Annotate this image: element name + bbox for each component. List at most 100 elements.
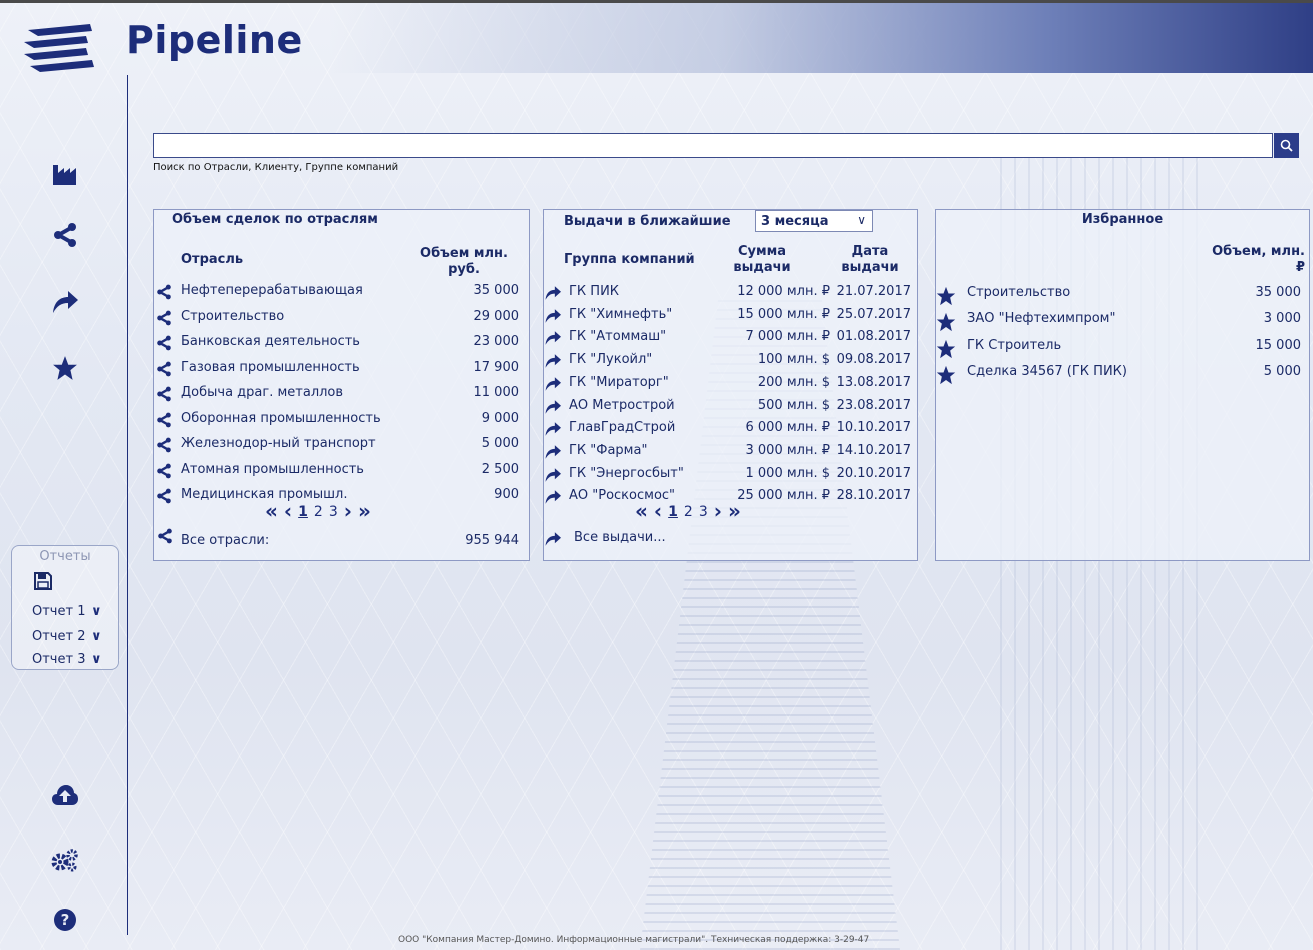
list-item[interactable]: Газовая промышленность 17 900 xyxy=(154,359,529,379)
page-link[interactable]: 3 xyxy=(699,504,708,520)
issuance-amount: 7 000 млн. ₽ xyxy=(745,329,831,345)
factory-icon[interactable] xyxy=(50,158,80,188)
issuance-amount: 12 000 млн. ₽ xyxy=(737,284,830,299)
list-item[interactable]: ГК "Мираторг" 200 млн. $ 13.08.2017 xyxy=(544,374,917,394)
list-item[interactable]: Оборонная промышленность 9 000 xyxy=(154,410,529,430)
issuance-date: 10.10.2017 xyxy=(836,420,911,436)
list-item[interactable]: ГК "Фарма" 3 000 млн. ₽ 14.10.2017 xyxy=(544,442,917,462)
list-item[interactable]: Банковская деятельность 23 000 xyxy=(154,333,529,353)
list-item[interactable]: Атомная промышленность 2 500 xyxy=(154,461,529,481)
list-item[interactable]: ГК "Лукойл" 100 млн. $ 09.08.2017 xyxy=(544,351,917,371)
page-link[interactable]: 1 xyxy=(668,504,678,520)
industry-name: Строительство xyxy=(181,308,285,324)
industry-name: Железнодор-ный транспорт xyxy=(181,436,376,451)
share-icon xyxy=(155,488,175,504)
favorite-volume: 35 000 xyxy=(1255,285,1302,300)
page-link[interactable]: 2 xyxy=(684,504,693,520)
forward-arrow-icon xyxy=(544,444,564,460)
column-header: Сумма выдачи xyxy=(733,244,791,275)
industry-name: Добыча драг. металлов xyxy=(181,385,344,400)
help-icon[interactable]: ? xyxy=(50,905,80,935)
period-select[interactable]: 3 месяца ∨ xyxy=(755,210,873,232)
next-page-icon[interactable]: › xyxy=(344,499,352,523)
list-item[interactable]: Добыча драг. металлов 11 000 xyxy=(154,384,529,404)
favorite-name: ЗАО "Нефтехимпром" xyxy=(967,311,1116,327)
list-item[interactable]: ГК Строитель 15 000 xyxy=(936,337,1309,358)
star-icon xyxy=(936,339,956,358)
industry-volume: 29 000 xyxy=(473,308,520,324)
industry-volume: 35 000 xyxy=(473,283,520,298)
star-icon xyxy=(936,312,956,332)
reports-title: Отчеты xyxy=(39,549,91,564)
first-page-icon[interactable]: « xyxy=(265,499,278,523)
company-name: ГК "Энергосбыт" xyxy=(569,465,684,481)
list-item[interactable]: ЗАО "Нефтехимпром" 3 000 xyxy=(936,310,1309,332)
settings-icon[interactable] xyxy=(50,845,80,875)
forward-arrow-icon xyxy=(544,489,564,505)
company-name: АО Метрострой xyxy=(569,397,675,413)
issuance-amount: 25 000 млн. ₽ xyxy=(737,488,830,504)
industry-name: Газовая промышленность xyxy=(181,359,360,375)
list-item[interactable]: АО Метрострой 500 млн. $ 23.08.2017 xyxy=(544,397,917,417)
list-item[interactable]: ГК "Химнефть" 15 000 млн. ₽ 25.07.2017 xyxy=(544,306,917,326)
share-icon xyxy=(155,284,175,300)
page-link[interactable]: 3 xyxy=(329,504,338,520)
list-item[interactable]: Железнодор-ный транспорт 5 000 xyxy=(154,435,529,455)
industries-panel: Объем сделок по отраслям Отрасль Объем м… xyxy=(153,209,530,561)
issuance-date: 28.10.2017 xyxy=(836,488,911,504)
list-item[interactable]: ГК ПИК 12 000 млн. ₽ 21.07.2017 xyxy=(544,283,917,303)
app-title: Pipeline xyxy=(126,18,303,62)
first-page-icon[interactable]: « xyxy=(635,499,648,523)
forward-arrow-icon xyxy=(544,399,564,415)
page-link[interactable]: 2 xyxy=(314,504,323,520)
share-icon[interactable] xyxy=(50,220,80,250)
share-icon xyxy=(155,437,175,453)
favorite-name: Строительство xyxy=(967,285,1071,300)
share-icon xyxy=(155,310,175,326)
sidebar-divider xyxy=(127,75,128,935)
favorite-volume: 5 000 xyxy=(1263,363,1301,379)
forward-arrow-icon xyxy=(544,376,564,392)
all-issuances-link[interactable]: Все выдачи... xyxy=(544,529,917,549)
chevron-down-icon: ∨ xyxy=(857,213,866,227)
column-header: Объем млн. руб. xyxy=(420,246,508,277)
issuance-date: 25.07.2017 xyxy=(836,306,911,322)
forward-arrow-icon xyxy=(544,330,564,346)
list-item[interactable]: Строительство 35 000 xyxy=(936,284,1309,306)
list-item[interactable]: ГК "Атоммаш" 7 000 млн. ₽ 01.08.2017 xyxy=(544,328,917,348)
list-item[interactable]: Нефтеперерабатывающая 35 000 xyxy=(154,282,529,302)
save-icon[interactable] xyxy=(34,572,52,590)
report-item[interactable]: Отчет 2 ∨ xyxy=(32,629,102,644)
forward-arrow-icon[interactable] xyxy=(50,287,80,317)
report-item[interactable]: Отчет 1 ∨ xyxy=(32,604,102,619)
last-page-icon[interactable]: » xyxy=(358,499,371,523)
issuance-amount: 15 000 млн. ₽ xyxy=(737,306,830,322)
share-icon xyxy=(155,386,175,402)
search-button[interactable] xyxy=(1274,133,1299,158)
forward-arrow-icon xyxy=(544,467,564,483)
next-page-icon[interactable]: › xyxy=(714,499,722,523)
list-item[interactable]: Сделка 34567 (ГК ПИК) 5 000 xyxy=(936,363,1309,385)
list-item[interactable]: ГК "Энергосбыт" 1 000 млн. $ 20.10.2017 xyxy=(544,465,917,485)
cloud-upload-icon[interactable] xyxy=(50,780,80,810)
list-item[interactable]: Строительство 29 000 xyxy=(154,308,529,328)
reports-panel: Отчеты Отчет 1 ∨ Отчет 2 ∨ Отчет 3 ∨ xyxy=(11,545,119,670)
share-icon xyxy=(155,335,175,351)
last-page-icon[interactable]: » xyxy=(728,499,741,523)
industry-volume: 5 000 xyxy=(481,436,519,451)
prev-page-icon[interactable]: ‹ xyxy=(284,499,292,523)
issuance-date: 01.08.2017 xyxy=(836,329,911,345)
star-icon xyxy=(936,365,956,385)
page-link[interactable]: 1 xyxy=(298,504,308,520)
prev-page-icon[interactable]: ‹ xyxy=(654,499,662,523)
star-icon[interactable] xyxy=(50,353,80,383)
total-row[interactable]: Все отрасли: 955 944 xyxy=(154,528,529,552)
favorite-volume: 3 000 xyxy=(1263,311,1301,327)
search-icon xyxy=(1280,139,1293,152)
column-header: Группа компаний xyxy=(564,252,695,267)
list-item[interactable]: ГлавГрадСтрой 6 000 млн. ₽ 10.10.2017 xyxy=(544,419,917,439)
report-item[interactable]: Отчет 3 ∨ xyxy=(32,652,102,667)
search-input[interactable] xyxy=(153,133,1273,158)
pagination: «‹ 1 2 3 ›» xyxy=(632,499,744,523)
industry-name: Банковская деятельность xyxy=(181,334,360,349)
